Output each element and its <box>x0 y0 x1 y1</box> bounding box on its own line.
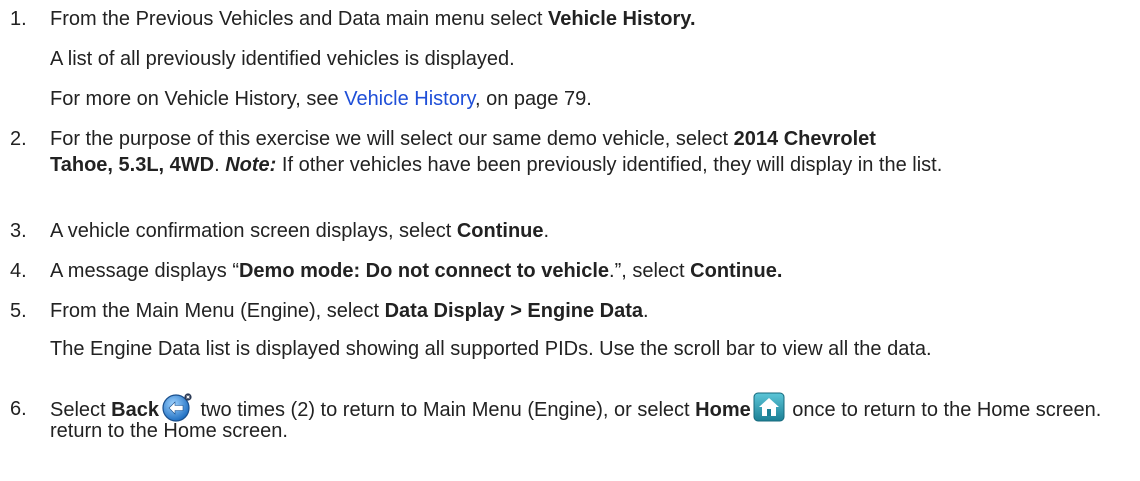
step-5-detail: The Engine Data list is displayed showin… <box>50 338 932 360</box>
step-text: From the Main Menu (Engine), select Data… <box>50 300 649 322</box>
step-text: A vehicle confirmation screen displays, … <box>50 220 550 242</box>
step-text-continued: return to the Home screen. <box>50 420 288 442</box>
step-number: 2. <box>10 128 27 150</box>
vehicle-history-link[interactable]: Vehicle History <box>344 88 475 110</box>
step-number: 6. <box>10 398 27 420</box>
step-text: A message displays “Demo mode: Do not co… <box>50 260 783 282</box>
home-icon <box>753 392 785 422</box>
reference-text: For more on Vehicle History, see Vehicle… <box>50 88 592 110</box>
menu-option: Vehicle History. <box>548 8 696 30</box>
step-number: 5. <box>10 300 27 322</box>
step-text: From the Previous Vehicles and Data main… <box>50 8 696 30</box>
step-text: For the purpose of this exercise we will… <box>50 128 876 150</box>
step-number: 3. <box>10 220 27 242</box>
step-number: 4. <box>10 260 27 282</box>
instruction-document: 1. From the Previous Vehicles and Data m… <box>0 0 1140 481</box>
step-text-continued: Tahoe, 5.3L, 4WD. Note: If other vehicle… <box>50 154 943 176</box>
back-arrow-icon <box>162 393 192 422</box>
note-label: Note: <box>225 154 277 176</box>
step-text: Select Back two times (2) to return to M… <box>50 392 1101 422</box>
step-detail-text: A list of all previously identified vehi… <box>50 48 515 70</box>
step-number: 1. <box>10 8 27 30</box>
